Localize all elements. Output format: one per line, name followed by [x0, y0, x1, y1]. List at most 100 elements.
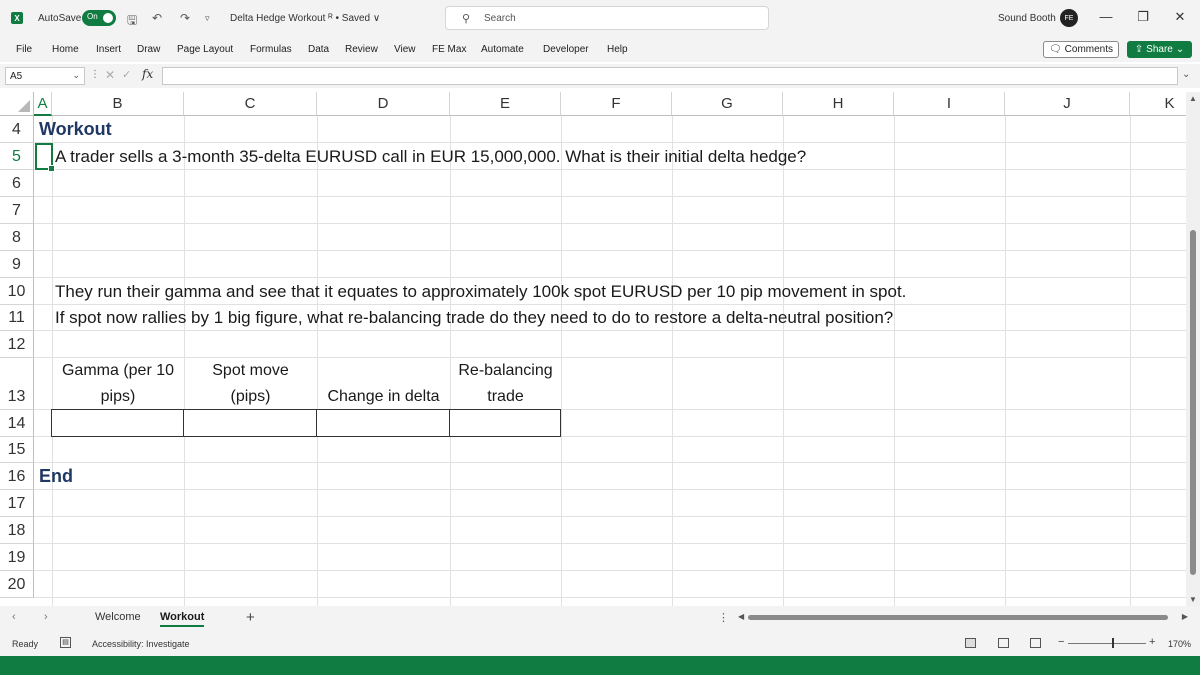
search-input[interactable]: ⚲ Search — [445, 6, 769, 30]
change-in-delta-header[interactable]: Change in delta — [317, 384, 450, 410]
tab-view[interactable]: View — [394, 44, 416, 55]
tab-data[interactable]: Data — [308, 44, 329, 55]
scroll-right-icon[interactable]: ▶ — [1182, 612, 1188, 621]
zoom-slider-thumb[interactable] — [1112, 638, 1114, 648]
name-box[interactable]: A5 ⌄ — [5, 67, 85, 85]
customize-icon[interactable]: ▿ — [205, 13, 210, 24]
column-header[interactable]: F — [561, 92, 672, 116]
gamma-input-cell[interactable] — [51, 409, 185, 437]
spot-move-header[interactable]: Spot move (pips) — [184, 358, 317, 410]
share-button[interactable]: ⇪ Share ⌄ — [1127, 41, 1192, 58]
scrollbar-thumb[interactable] — [1190, 230, 1196, 575]
normal-view-icon[interactable] — [965, 638, 976, 648]
gamma-header[interactable]: Gamma (per 10 pips) — [52, 358, 184, 410]
page-break-view-icon[interactable] — [1030, 638, 1041, 648]
tab-formulas[interactable]: Formulas — [250, 44, 292, 55]
row-header[interactable]: 15 — [0, 437, 34, 463]
cancel-icon[interactable]: ✕ — [105, 68, 115, 82]
column-header[interactable]: I — [894, 92, 1005, 116]
chevron-down-icon[interactable]: ⌄ — [72, 70, 80, 81]
tab-file[interactable]: File — [16, 44, 32, 55]
row-header[interactable]: 19 — [0, 544, 34, 571]
row-header[interactable]: 6 — [0, 170, 34, 197]
zoom-in-icon[interactable]: + — [1149, 636, 1155, 648]
add-sheet-button[interactable]: + — [246, 609, 255, 626]
avatar[interactable]: FE — [1060, 9, 1078, 27]
row-header[interactable]: 17 — [0, 490, 34, 517]
tab-insert[interactable]: Insert — [96, 44, 121, 55]
tab-help[interactable]: Help — [607, 44, 628, 55]
row-header[interactable]: 16 — [0, 463, 34, 490]
rebalancing-header[interactable]: Re-balancing trade — [450, 358, 561, 410]
insert-function-icon[interactable]: fx — [142, 67, 153, 81]
row-header[interactable]: 20 — [0, 571, 34, 598]
row-header[interactable]: 14 — [0, 410, 34, 437]
select-all-button[interactable] — [0, 92, 34, 116]
document-title[interactable]: Delta Hedge Workout ᴿ • Saved ∨ — [230, 13, 380, 24]
user-name[interactable]: Sound Booth — [998, 13, 1056, 24]
rebalancing-input-cell[interactable] — [449, 409, 561, 437]
spot-move-input-cell[interactable] — [183, 409, 318, 437]
tab-home[interactable]: Home — [52, 44, 79, 55]
zoom-out-icon[interactable]: − — [1058, 636, 1064, 648]
comments-button[interactable]: 🗨 Comments — [1043, 41, 1119, 58]
scrollbar-thumb[interactable] — [748, 615, 1168, 620]
more-icon[interactable]: ⋮ — [90, 69, 100, 80]
row-header[interactable]: 18 — [0, 517, 34, 544]
scroll-up-icon[interactable]: ▲ — [1189, 94, 1197, 103]
row-header[interactable]: 5 — [0, 143, 34, 170]
tab-automate[interactable]: Automate — [481, 44, 524, 55]
undo-icon[interactable]: ↶ — [152, 11, 162, 25]
scroll-left-icon[interactable]: ◀ — [738, 612, 744, 621]
tab-draw[interactable]: Draw — [137, 44, 160, 55]
column-header[interactable]: G — [672, 92, 783, 116]
column-header[interactable]: B — [52, 92, 184, 116]
column-header[interactable]: D — [317, 92, 450, 116]
next-sheet-icon[interactable]: › — [44, 611, 48, 623]
row-header[interactable]: 8 — [0, 224, 34, 251]
accessibility-status[interactable]: Accessibility: Investigate — [92, 639, 190, 649]
column-header[interactable]: E — [450, 92, 561, 116]
column-header[interactable]: K — [1130, 92, 1186, 116]
scroll-down-icon[interactable]: ▼ — [1189, 595, 1197, 604]
tab-fe-max[interactable]: FE Max — [432, 44, 466, 55]
vertical-scrollbar[interactable]: ▲ ▼ — [1186, 92, 1200, 606]
column-header[interactable]: H — [783, 92, 894, 116]
end-heading[interactable]: End — [39, 466, 73, 487]
row-header[interactable]: 10 — [0, 278, 34, 305]
worksheet-grid[interactable]: A B C D E F G H I J K 4 5 6 7 8 9 10 11 … — [0, 92, 1186, 606]
question-2a-text[interactable]: They run their gamma and see that it equ… — [55, 282, 906, 302]
row-header[interactable]: 13 — [0, 358, 34, 410]
close-icon[interactable]: ✕ — [1172, 9, 1188, 25]
sheet-tab-welcome[interactable]: Welcome — [95, 611, 141, 623]
zoom-level[interactable]: 170% — [1168, 639, 1191, 649]
macro-record-icon[interactable]: ▤ — [60, 637, 71, 648]
redo-icon[interactable]: ↷ — [180, 11, 190, 25]
save-icon[interactable]: 🖫 — [127, 11, 137, 32]
page-layout-view-icon[interactable] — [998, 638, 1009, 648]
row-header[interactable]: 7 — [0, 197, 34, 224]
question-2b-text[interactable]: If spot now rallies by 1 big figure, wha… — [55, 308, 893, 328]
more-icon[interactable]: ⋮ — [718, 611, 729, 624]
prev-sheet-icon[interactable]: ‹ — [12, 611, 16, 623]
autosave-toggle[interactable]: On — [82, 10, 116, 26]
column-header[interactable]: A — [34, 92, 52, 116]
sheet-tab-workout[interactable]: Workout — [160, 611, 205, 627]
row-header[interactable]: 11 — [0, 305, 34, 331]
tab-page-layout[interactable]: Page Layout — [177, 44, 233, 55]
question-1-text[interactable]: A trader sells a 3-month 35-delta EURUSD… — [55, 147, 806, 167]
tab-review[interactable]: Review — [345, 44, 378, 55]
restore-icon[interactable]: ❐ — [1135, 9, 1151, 25]
column-header[interactable]: C — [184, 92, 317, 116]
tab-developer[interactable]: Developer — [543, 44, 589, 55]
column-header[interactable]: J — [1005, 92, 1130, 116]
row-header[interactable]: 12 — [0, 331, 34, 358]
formula-input[interactable] — [162, 67, 1178, 85]
row-header[interactable]: 9 — [0, 251, 34, 278]
active-cell-selection[interactable] — [35, 143, 55, 172]
row-header[interactable]: 4 — [0, 116, 34, 143]
expand-formula-icon[interactable]: ⌄ — [1182, 69, 1190, 80]
zoom-slider[interactable] — [1068, 643, 1146, 644]
change-delta-input-cell[interactable] — [316, 409, 451, 437]
minimize-icon[interactable]: — — [1098, 9, 1114, 24]
